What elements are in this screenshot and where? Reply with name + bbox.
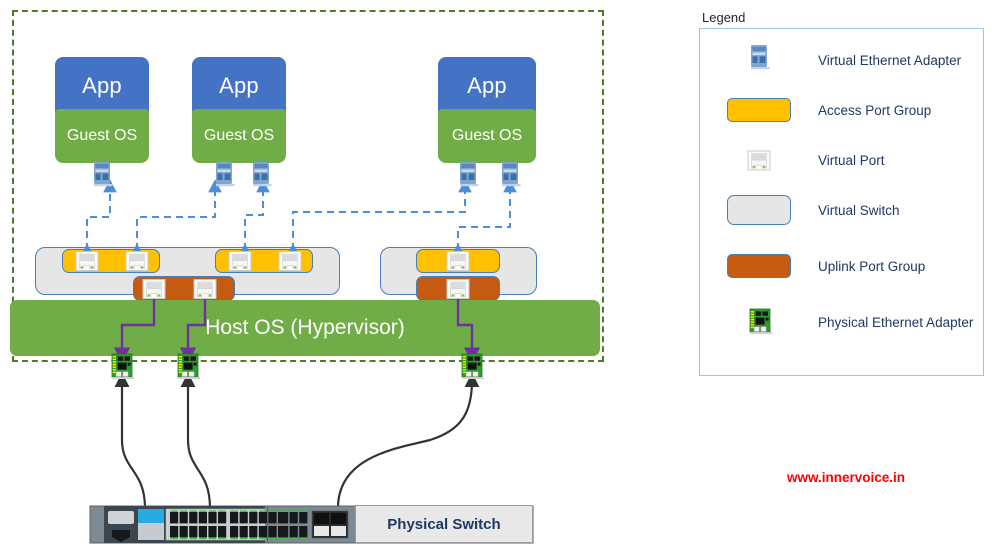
legend-box: Virtual Ethernet Adapter Access Port Gro…	[699, 28, 984, 376]
uplink-port-group-1[interactable]	[133, 276, 235, 301]
vm3-guest-os-label: Guest OS	[438, 109, 536, 163]
vm2-guest-os-label: Guest OS	[192, 109, 286, 163]
vm-vm3[interactable]: App Guest OS	[438, 57, 536, 163]
legend-title: Legend	[702, 10, 746, 25]
legend-item-virtual-switch[interactable]: Virtual Switch	[700, 185, 983, 235]
access-port-group-1b[interactable]	[215, 249, 313, 273]
legend-label-4: Uplink Port Group	[818, 258, 926, 274]
legend-item-virtual-port[interactable]: Virtual Port	[700, 135, 983, 185]
host-os-band[interactable]: Host OS (Hypervisor)	[10, 300, 600, 356]
legend-item-virtual-ethernet-adapter[interactable]: Virtual Ethernet Adapter	[700, 35, 983, 85]
physical-cable-3	[336, 372, 480, 509]
access-port-group-swatch	[700, 98, 818, 122]
host-os-label: Host OS (Hypervisor)	[205, 316, 405, 339]
virtual-port-icon	[700, 149, 818, 172]
uplink-port-group-swatch	[700, 254, 818, 278]
physical-ethernet-adapter-icon	[700, 307, 818, 337]
vm1-guest-os-label: Guest OS	[55, 109, 149, 163]
physical-switch-label: Physical Switch	[355, 505, 533, 543]
vm2-app-label: App	[192, 57, 286, 115]
physical-cable-2	[180, 372, 212, 509]
virtual-switch-swatch	[700, 195, 818, 225]
watermark: www.innervoice.in	[787, 470, 906, 485]
legend-item-physical-ethernet-adapter[interactable]: Physical Ethernet Adapter	[700, 297, 983, 347]
physical-cable-1	[114, 372, 147, 509]
access-port-group-1a[interactable]	[62, 249, 160, 273]
legend-label-2: Virtual Port	[818, 152, 885, 168]
access-port-group-2a[interactable]	[416, 249, 500, 273]
vm-vm2[interactable]: App Guest OS	[192, 57, 286, 163]
legend-item-access-port-group[interactable]: Access Port Group	[700, 85, 983, 135]
legend-label-3: Virtual Switch	[818, 202, 900, 218]
legend-label-5: Physical Ethernet Adapter	[818, 314, 974, 330]
virtual-ethernet-adapter-icon	[700, 43, 818, 77]
legend-label-1: Access Port Group	[818, 102, 932, 118]
legend-label-0: Virtual Ethernet Adapter	[818, 52, 962, 68]
vm3-app-label: App	[438, 57, 536, 115]
vm-vm1[interactable]: App Guest OS	[55, 57, 149, 163]
uplink-port-group-2[interactable]	[416, 276, 500, 301]
physical-switch[interactable]: Physical Switch	[90, 505, 533, 543]
legend-item-uplink-port-group[interactable]: Uplink Port Group	[700, 241, 983, 291]
vm1-app-label: App	[55, 57, 149, 115]
